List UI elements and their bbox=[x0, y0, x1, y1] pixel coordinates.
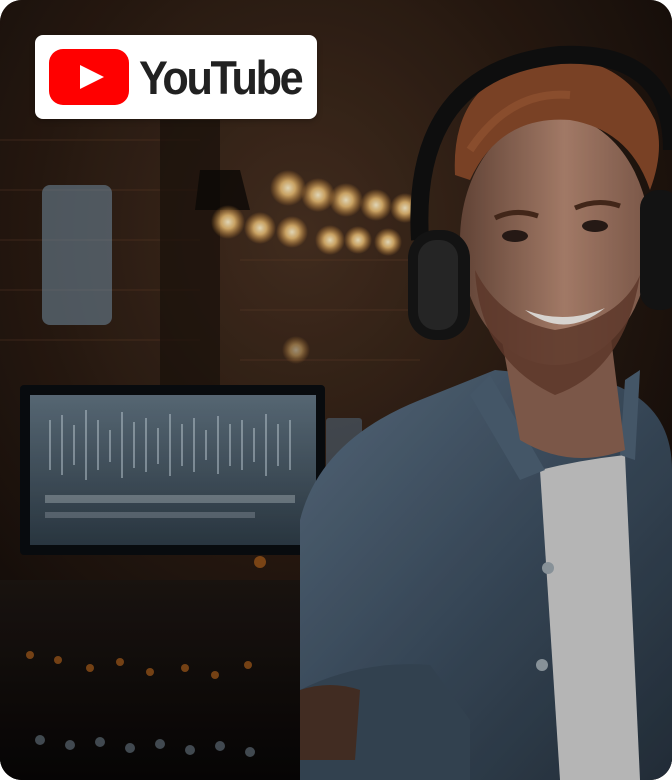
youtube-wordmark: YouTube bbox=[139, 50, 304, 104]
youtube-badge: YouTube bbox=[35, 35, 317, 119]
promo-card: YouTube bbox=[0, 0, 672, 780]
youtube-play-icon bbox=[49, 49, 129, 105]
